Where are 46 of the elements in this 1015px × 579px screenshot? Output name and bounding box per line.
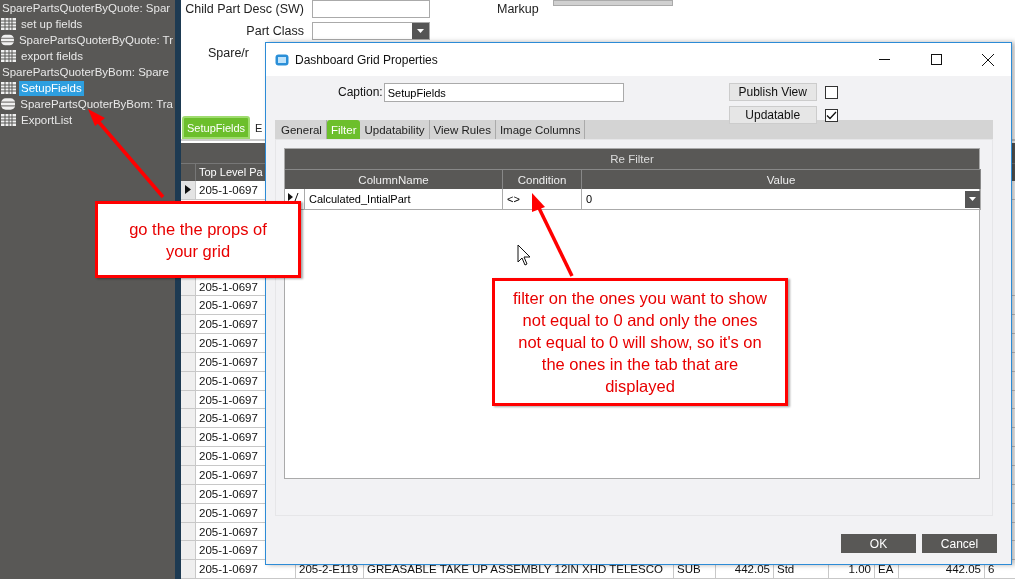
- sidebar-item[interactable]: SparePartsQuoterByBom: Tra: [18, 96, 175, 112]
- option-button[interactable]: Updatable: [728, 106, 817, 124]
- column-header: Condition: [503, 169, 582, 189]
- field-label: Markup: [497, 2, 539, 16]
- dropdown-button[interactable]: [965, 190, 980, 208]
- cursor-icon: [517, 244, 531, 266]
- combo-box[interactable]: [312, 22, 430, 40]
- caption-field[interactable]: SetupFields: [383, 83, 624, 102]
- tab[interactable]: Image Columns: [495, 120, 586, 139]
- tab[interactable]: Updatability: [360, 120, 430, 139]
- table-cell: 0: [586, 193, 593, 205]
- check-icon: [825, 110, 837, 120]
- grid-title: Re Filter: [285, 149, 979, 169]
- tab[interactable]: View Rules: [429, 120, 496, 139]
- caption-label: Caption:: [338, 84, 383, 101]
- sidebar-item[interactable]: export fields: [19, 48, 85, 64]
- tab[interactable]: General: [277, 120, 327, 139]
- dropdown-arrow-icon: [417, 29, 424, 33]
- minimize-icon: [878, 59, 890, 60]
- maximize-icon: [930, 54, 942, 65]
- row-indicator-icon: [185, 185, 191, 195]
- checkbox[interactable]: [824, 108, 838, 122]
- input-field[interactable]: [552, 0, 673, 6]
- sidebar-item[interactable]: ExportList: [19, 112, 75, 128]
- table-cell: Calculated_IntialPart: [305, 189, 503, 210]
- ok-button[interactable]: OK: [841, 534, 916, 553]
- window-title: Dashboard Grid Properties: [295, 52, 439, 67]
- field-label: Part Class: [245, 24, 305, 38]
- close-icon: [982, 53, 994, 66]
- tab[interactable]: E: [252, 116, 266, 139]
- field-label: Child Part Desc (SW): [184, 2, 305, 16]
- column-header: Value: [582, 169, 981, 189]
- sidebar-group[interactable]: SparePartsQuoterByBom: Spare: [0, 64, 175, 80]
- option-button[interactable]: Publish View: [728, 83, 817, 101]
- cancel-button[interactable]: Cancel: [922, 534, 997, 553]
- sidebar-group[interactable]: SparePartsQuoterByQuote: Spar: [0, 0, 175, 16]
- sidebar-item[interactable]: set up fields: [19, 16, 85, 32]
- field-label: Spare/r: [207, 46, 250, 60]
- column-header: ColumnName: [285, 169, 503, 189]
- dropdown-arrow-icon: [969, 197, 976, 201]
- sidebar-item[interactable]: SparePartsQuoterByQuote: Tr: [16, 32, 175, 48]
- callout-text: go the the props of your grid: [128, 218, 268, 262]
- window-icon: [275, 53, 289, 66]
- checkbox[interactable]: [824, 85, 838, 99]
- callout-text: filter on the ones you want to show not equal to 0 and only the ones not equal to 0 will show, so it's on the ones in the tab that are displayed: [511, 288, 769, 397]
- input-field[interactable]: [312, 0, 430, 18]
